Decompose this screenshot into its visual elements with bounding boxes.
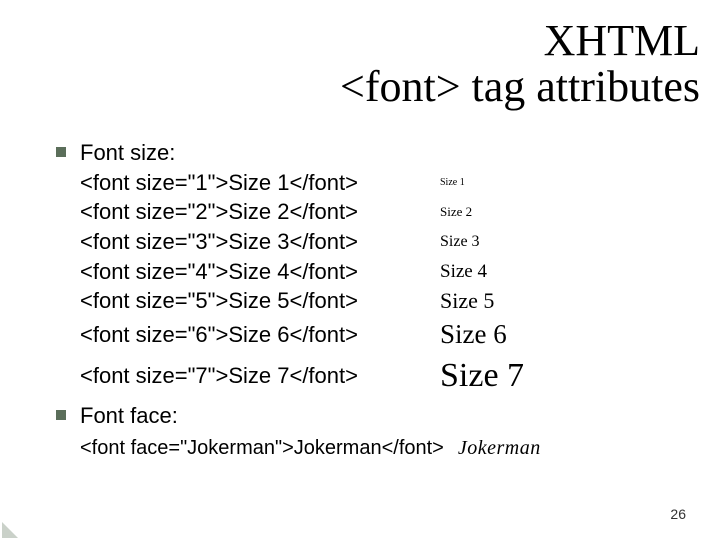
slide: XHTML <font> tag attributes Font size: <… (0, 0, 720, 540)
font-size-row-6: <font size="6">Size 6</font> Size 6 (80, 316, 672, 352)
slide-body: Font size: <font size="1">Size 1</font> … (52, 135, 672, 462)
bullet-font-face-label: Font face: (80, 403, 178, 428)
font-size-code-1: <font size="1">Size 1</font> (80, 168, 440, 198)
font-size-code-4: <font size="4">Size 4</font> (80, 257, 440, 287)
bullet-font-face: Font face: (52, 401, 672, 431)
bullet-font-size-label: Font size: (80, 140, 175, 165)
font-face-line: <font face="Jokerman">Jokerman</font> Jo… (52, 435, 672, 462)
corner-accent-icon (2, 522, 18, 538)
font-size-code-7: <font size="7">Size 7</font> (80, 361, 440, 391)
font-size-row-4: <font size="4">Size 4</font> Size 4 (80, 257, 672, 287)
font-size-code-2: <font size="2">Size 2</font> (80, 197, 440, 227)
font-size-code-3: <font size="3">Size 3</font> (80, 227, 440, 257)
font-size-example-6: Size 6 (440, 316, 507, 352)
font-size-example-2: Size 2 (440, 203, 472, 221)
font-size-example-4: Size 4 (440, 259, 487, 285)
font-size-rows: <font size="1">Size 1</font> Size 1 <fon… (52, 168, 672, 399)
font-size-row-2: <font size="2">Size 2</font> Size 2 (80, 197, 672, 227)
bullet-font-size: Font size: (52, 138, 672, 168)
font-face-code: <font face="Jokerman">Jokerman</font> (80, 435, 444, 462)
font-size-row-7: <font size="7">Size 7</font> Size 7 (80, 353, 672, 399)
font-size-example-5: Size 5 (440, 286, 494, 316)
font-size-example-1: Size 1 (440, 176, 465, 190)
page-number: 26 (670, 506, 686, 522)
font-size-row-3: <font size="3">Size 3</font> Size 3 (80, 227, 672, 257)
font-size-example-7: Size 7 (440, 353, 524, 399)
font-size-row-1: <font size="1">Size 1</font> Size 1 (80, 168, 672, 198)
font-size-code-5: <font size="5">Size 5</font> (80, 286, 440, 316)
title-line-2: <font> tag attributes (340, 64, 700, 110)
slide-title: XHTML <font> tag attributes (340, 18, 700, 110)
font-size-code-6: <font size="6">Size 6</font> (80, 320, 440, 350)
font-face-example: Jokerman (458, 435, 541, 462)
font-size-row-5: <font size="5">Size 5</font> Size 5 (80, 286, 672, 316)
font-size-example-3: Size 3 (440, 231, 480, 253)
title-line-1: XHTML (340, 18, 700, 64)
